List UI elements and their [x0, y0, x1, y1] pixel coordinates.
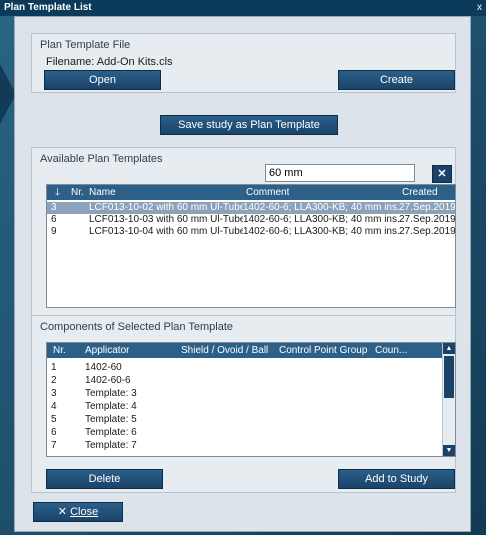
components-scrollbar[interactable]: ▲ ▼: [442, 343, 455, 456]
column-control-point-group[interactable]: Control Point Group: [279, 344, 367, 357]
open-button[interactable]: Open: [44, 70, 161, 90]
group-title: Available Plan Templates: [40, 153, 163, 165]
table-row[interactable]: 3 Template: 3: [47, 388, 455, 400]
scroll-thumb[interactable]: [444, 356, 454, 398]
table-row[interactable]: 1 1402-60: [47, 362, 455, 374]
group-title: Components of Selected Plan Template: [40, 321, 234, 333]
table-row[interactable]: 9 LCF013-10-04 with 60 mm Ul-Tube 1402-6…: [47, 226, 455, 238]
close-button[interactable]: ✕ Close: [33, 502, 123, 522]
table-row[interactable]: 2 1402-60-6: [47, 375, 455, 387]
row-nr: 5: [51, 414, 57, 425]
table-header: 🡓 Nr. Name Comment Created: [47, 185, 455, 200]
sort-arrow-icon[interactable]: 🡓: [55, 186, 60, 199]
row-nr: 1: [51, 362, 57, 373]
filename-label: Filename: Add-On Kits.cls: [46, 56, 173, 68]
column-nr[interactable]: Nr.: [53, 344, 66, 357]
column-nr[interactable]: Nr.: [71, 186, 84, 199]
group-title: Plan Template File: [40, 39, 131, 51]
column-count[interactable]: Coun...: [375, 344, 407, 357]
row-created: 27.Sep.2019: [399, 226, 455, 237]
table-row[interactable]: 3 LCF013-10-02 with 60 mm Ul-Tube 1402-6…: [47, 202, 455, 214]
table-row[interactable]: 4 Template: 4: [47, 401, 455, 413]
table-header: Nr. Applicator Shield / Ovoid / Ball Con…: [47, 343, 443, 358]
row-applicator: Template: 7: [85, 440, 137, 451]
row-applicator: Template: 6: [85, 427, 137, 438]
table-row[interactable]: 6 Template: 6: [47, 427, 455, 439]
plan-template-file-group: Plan Template File Filename: Add-On Kits…: [31, 33, 456, 93]
row-name: LCF013-10-03 with 60 mm Ul-Tube: [89, 214, 243, 225]
row-comment: 1402-60-6; LLA300-KB; 40 mm ins...: [243, 226, 399, 237]
row-created: 27.Sep.2019: [399, 214, 455, 225]
row-nr: 3: [51, 202, 57, 213]
column-shield[interactable]: Shield / Ovoid / Ball: [181, 344, 268, 357]
row-nr: 6: [51, 427, 57, 438]
row-nr: 9: [51, 226, 57, 237]
row-nr: 6: [51, 214, 57, 225]
row-name: LCF013-10-04 with 60 mm Ul-Tube: [89, 226, 243, 237]
column-name[interactable]: Name: [89, 186, 116, 199]
available-templates-group: Available Plan Templates ✕ 🡓 Nr. Name Co…: [31, 147, 456, 320]
components-table: Nr. Applicator Shield / Ovoid / Ball Con…: [46, 342, 456, 457]
row-nr: 3: [51, 388, 57, 399]
column-comment[interactable]: Comment: [246, 186, 289, 199]
row-nr: 2: [51, 375, 57, 386]
row-applicator: Template: 5: [85, 414, 137, 425]
save-as-template-button[interactable]: Save study as Plan Template: [160, 115, 338, 135]
row-applicator: 1402-60: [85, 362, 122, 373]
row-created: 27.Sep.2019: [399, 202, 455, 213]
row-nr: 4: [51, 401, 57, 412]
components-group: Components of Selected Plan Template Nr.…: [31, 315, 456, 493]
available-templates-table: 🡓 Nr. Name Comment Created 3 LCF013-10-0…: [46, 184, 456, 308]
row-nr: 7: [51, 440, 57, 451]
template-filter-input[interactable]: [265, 164, 415, 182]
row-comment: 1402-60-6; LLA300-KB; 40 mm ins...: [243, 202, 399, 213]
clear-filter-button[interactable]: ✕: [432, 165, 452, 183]
clear-icon: ✕: [437, 168, 447, 180]
add-to-study-button[interactable]: Add to Study: [338, 469, 455, 489]
row-name: LCF013-10-02 with 60 mm Ul-Tube: [89, 202, 243, 213]
table-row[interactable]: 7 Template: 7: [47, 440, 455, 452]
scroll-up-arrow-icon[interactable]: ▲: [443, 343, 455, 354]
dialog: Plan Template File Filename: Add-On Kits…: [14, 16, 471, 532]
table-row[interactable]: 5 Template: 5: [47, 414, 455, 426]
row-applicator: Template: 3: [85, 388, 137, 399]
row-applicator: Template: 4: [85, 401, 137, 412]
delete-button[interactable]: Delete: [46, 469, 163, 489]
row-applicator: 1402-60-6: [85, 375, 131, 386]
row-comment: 1402-60-6; LLA300-KB; 40 mm ins...: [243, 214, 399, 225]
window-close-button[interactable]: x: [477, 0, 482, 16]
table-row[interactable]: 6 LCF013-10-03 with 60 mm Ul-Tube 1402-6…: [47, 214, 455, 226]
window-titlebar: Plan Template List x: [0, 0, 486, 16]
scroll-down-arrow-icon[interactable]: ▼: [443, 445, 455, 456]
create-button[interactable]: Create: [338, 70, 455, 90]
column-created[interactable]: Created: [402, 186, 438, 199]
close-icon: ✕: [57, 506, 68, 518]
close-label: Close: [70, 506, 99, 518]
window-title: Plan Template List: [4, 2, 92, 13]
column-applicator[interactable]: Applicator: [85, 344, 129, 357]
